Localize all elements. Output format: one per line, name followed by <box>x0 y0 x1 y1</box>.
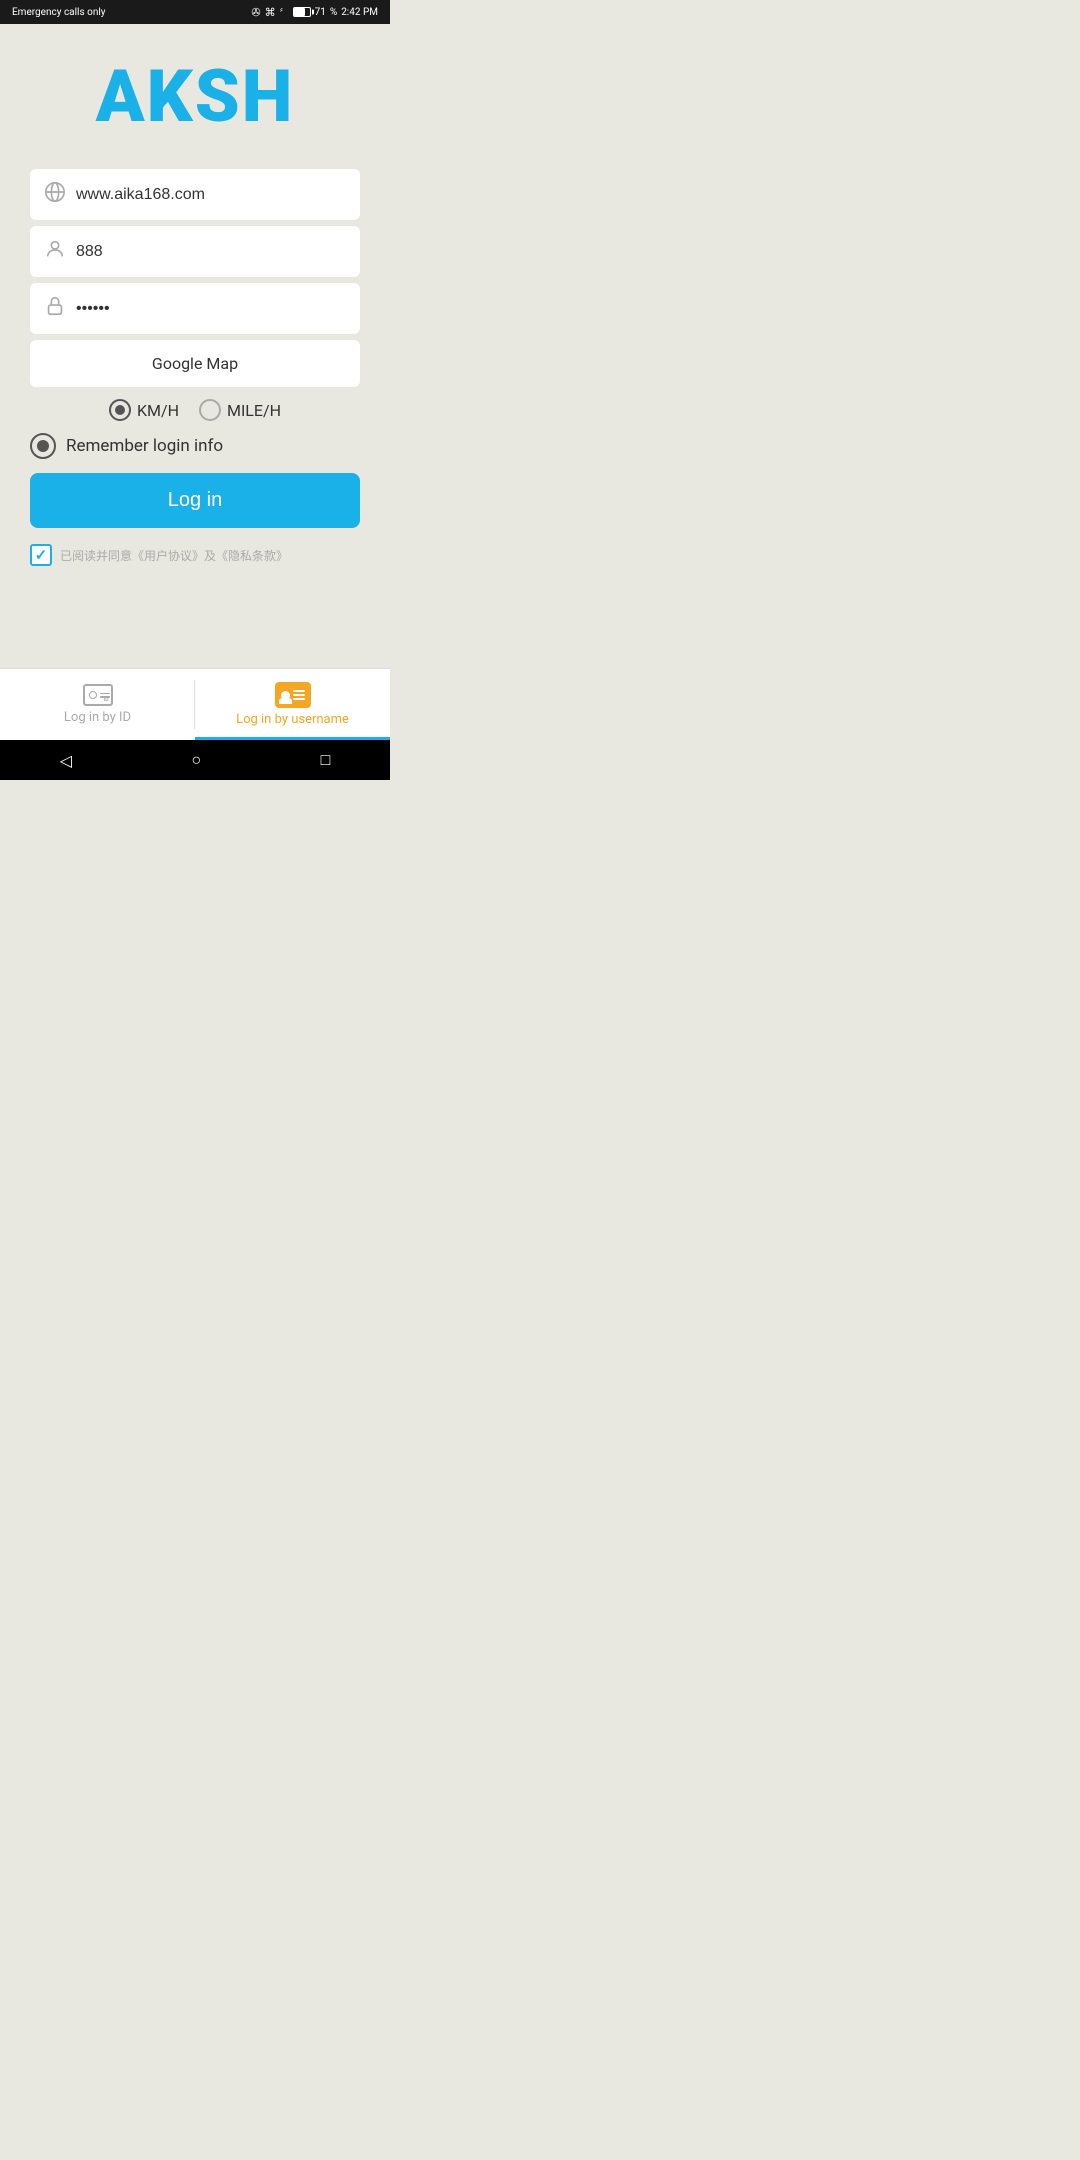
agreement-row: 已阅读并同意《用户协议》及《隐私条款》 <box>30 544 360 566</box>
remember-label: Remember login info <box>66 436 223 456</box>
remember-radio[interactable] <box>30 433 56 459</box>
username-card-icon <box>275 682 311 708</box>
server-input[interactable] <box>76 186 346 204</box>
signal-icon: ✇ <box>251 6 260 19</box>
battery-icon <box>293 7 311 17</box>
kmh-radio[interactable] <box>109 399 131 421</box>
bottom-tab-bar: ID Log in by ID Log in by username <box>0 668 390 740</box>
recent-button[interactable]: □ <box>321 750 331 770</box>
nav-bar: ◁ ○ □ <box>0 740 390 780</box>
id-card-icon: ID <box>83 684 113 706</box>
main-content: AKSH <box>0 24 390 668</box>
globe-icon <box>44 181 66 208</box>
id-card-avatar <box>89 691 97 699</box>
server-input-row <box>30 169 360 220</box>
tab-login-by-id[interactable]: ID Log in by ID <box>0 669 195 740</box>
remember-row: Remember login info <box>30 433 360 459</box>
kmh-option[interactable]: KM/H <box>109 399 179 421</box>
user-icon <box>44 238 66 265</box>
kmh-label: KM/H <box>137 401 179 420</box>
status-bar: Emergency calls only ✇ ⌘ 〞 71% 2:42 PM <box>0 0 390 24</box>
login-button[interactable]: Log in <box>30 473 360 528</box>
wifi-icon: ⌘ <box>265 6 276 19</box>
battery-percent: 71 <box>315 7 326 18</box>
vibrate-icon: 〞 <box>280 6 289 19</box>
back-button[interactable]: ◁ <box>60 751 72 770</box>
time-display: 2:42 PM <box>341 7 378 18</box>
app-logo: AKSH <box>96 54 295 139</box>
status-right: ✇ ⌘ 〞 71% 2:42 PM <box>251 6 378 19</box>
username-input-row <box>30 226 360 277</box>
status-carrier: Emergency calls only <box>12 7 106 18</box>
home-button[interactable]: ○ <box>191 750 201 770</box>
tab-login-by-username[interactable]: Log in by username <box>195 669 390 740</box>
password-input-row <box>30 283 360 334</box>
username-avatar-icon <box>281 691 290 700</box>
login-form: Google Map KM/H MILE/H Remember login in… <box>30 169 360 566</box>
password-input[interactable] <box>76 300 346 318</box>
id-text: ID <box>104 697 109 703</box>
speed-unit-row: KM/H MILE/H <box>30 399 360 421</box>
tab-login-by-username-label: Log in by username <box>236 712 349 727</box>
tab-login-by-id-label: Log in by ID <box>64 710 131 725</box>
agreement-text: 已阅读并同意《用户协议》及《隐私条款》 <box>60 547 288 564</box>
mileh-option[interactable]: MILE/H <box>199 399 281 421</box>
lock-icon <box>44 295 66 322</box>
mileh-radio[interactable] <box>199 399 221 421</box>
map-type-selector[interactable]: Google Map <box>30 340 360 387</box>
mileh-label: MILE/H <box>227 401 281 420</box>
agreement-checkbox[interactable] <box>30 544 52 566</box>
username-card-lines <box>293 690 305 700</box>
username-input[interactable] <box>76 243 346 261</box>
